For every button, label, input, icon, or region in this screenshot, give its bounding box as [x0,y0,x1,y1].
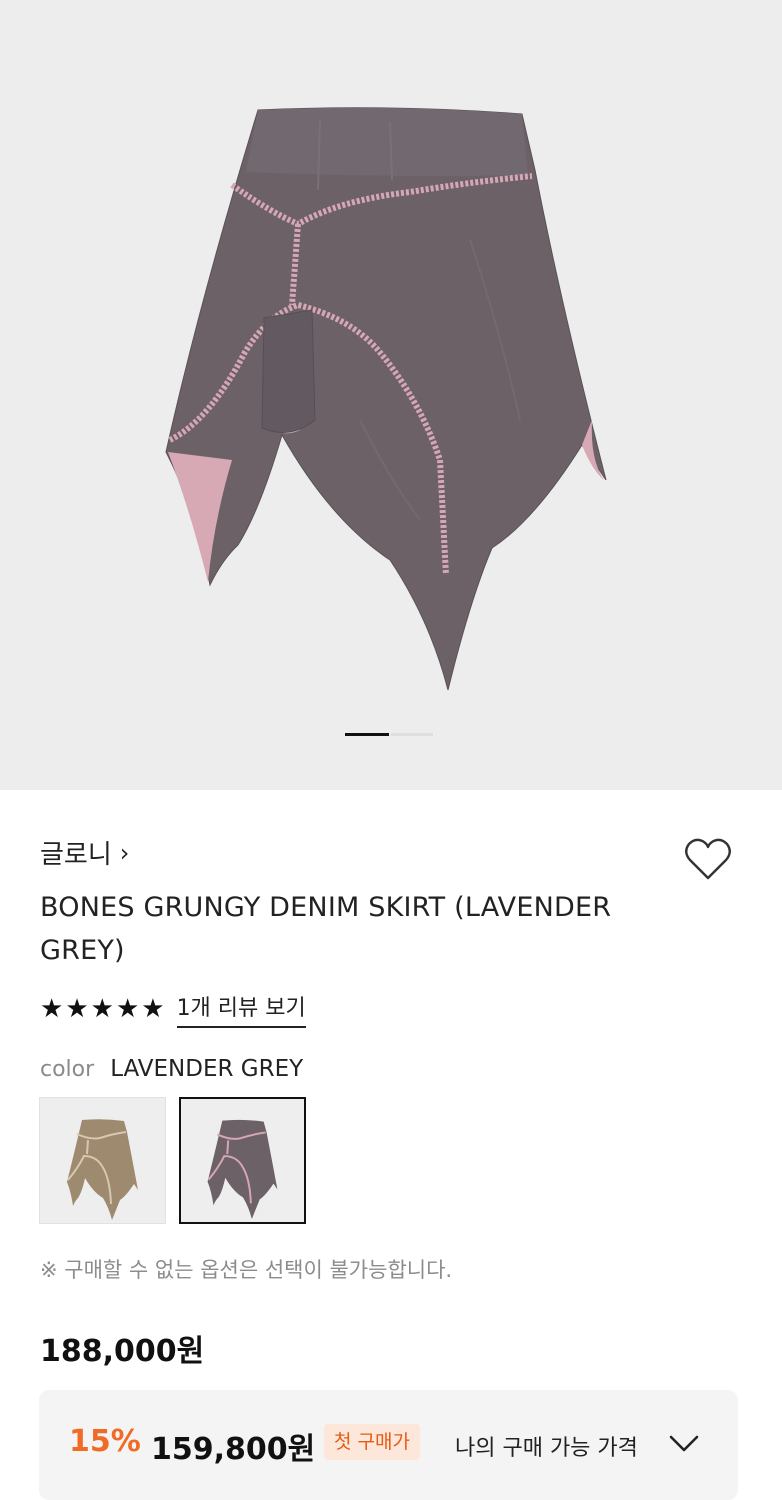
star-icon: ★ [141,994,165,1024]
chevron-right-icon: › [119,838,130,867]
color-swatch-beige[interactable] [39,1097,166,1224]
heart-outline-icon [685,838,731,880]
brand-link[interactable]: 글로니 › [40,834,129,871]
discount-percent: 15% [69,1424,141,1459]
brand-name: 글로니 [40,840,112,870]
chevron-down-icon[interactable] [667,1430,701,1456]
review-link[interactable]: 1개 리뷰 보기 [176,990,306,1028]
pager-dot-active[interactable] [345,733,389,736]
color-selected-value: LAVENDER GREY [110,1056,304,1082]
product-image-carousel[interactable] [0,0,782,790]
product-image-skirt [165,107,607,691]
star-icon: ★ [40,994,64,1024]
star-icon: ★ [115,994,140,1024]
swatch-thumbnail-lavender-grey [207,1119,278,1220]
original-price: 188,000원 [40,1334,205,1369]
option-notice: ※ 구매할 수 없는 옵션은 선택이 불가능합니다. [40,1258,453,1282]
my-price-label: 나의 구매 가능 가격 [455,1436,638,1461]
carousel-pager [345,733,435,737]
color-option-row: color LAVENDER GREY [40,1056,303,1082]
color-label: color [40,1057,95,1082]
discount-price: 159,800원 [151,1432,316,1467]
product-title: BONES GRUNGY DENIM SKIRT (LAVENDER GREY) [40,892,612,966]
pager-dot-inactive[interactable] [391,733,433,736]
star-rating: ★ ★ ★ ★ ★ [40,996,165,1022]
rating-row: ★ ★ ★ ★ ★ 1개 리뷰 보기 [40,990,306,1028]
star-icon: ★ [65,994,89,1024]
swatch-thumbnail-beige [67,1119,138,1220]
discount-price-panel[interactable]: 15% 159,800원 첫 구매가 나의 구매 가능 가격 [39,1390,738,1500]
first-purchase-badge: 첫 구매가 [324,1424,420,1460]
color-swatch-lavender-grey[interactable] [179,1097,306,1224]
wishlist-button[interactable] [680,832,736,888]
star-icon: ★ [90,994,114,1024]
